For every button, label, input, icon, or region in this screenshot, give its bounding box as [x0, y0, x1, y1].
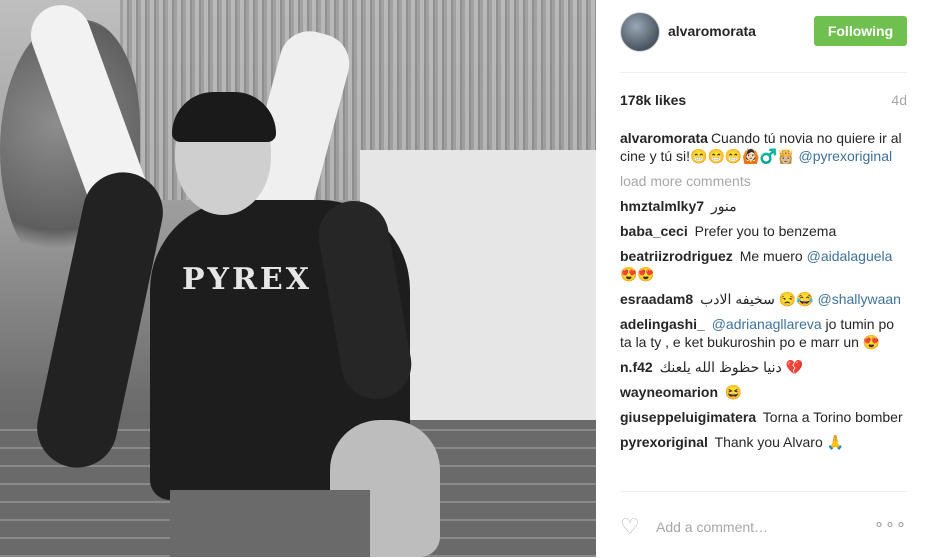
- avatar[interactable]: [620, 12, 660, 52]
- comment-mention[interactable]: @aidalaguela: [807, 248, 893, 264]
- instagram-post: PYREX alvaromorata Following 178k likes …: [0, 0, 928, 557]
- comment-username[interactable]: baba_ceci: [620, 223, 688, 239]
- more-options-icon[interactable]: ∘∘∘: [874, 514, 907, 534]
- likes-count[interactable]: 178k likes: [620, 92, 686, 108]
- comments-list: alvaromorata Cuando tú novia no quiere ir…: [620, 129, 907, 458]
- list-item: esraadam8 سخيفه الادب 😒😂 @shallywaan: [620, 290, 907, 308]
- comment-username[interactable]: hmztalmlky7: [620, 198, 704, 214]
- comment-text: منور: [710, 198, 737, 214]
- comment-username[interactable]: n.f42: [620, 359, 653, 375]
- caption-mention[interactable]: @pyrexoriginal: [799, 148, 893, 164]
- heart-icon[interactable]: ♡: [620, 516, 644, 538]
- comment-text: دنيا حظوظ الله يلعنك 💔: [659, 359, 804, 375]
- jeans: [170, 490, 370, 557]
- caption: alvaromorata Cuando tú novia no quiere ir…: [620, 129, 907, 165]
- comment-username[interactable]: beatriizrodriguez: [620, 248, 733, 264]
- comment-text: Prefer you to benzema: [694, 223, 837, 239]
- list-item: adelingashi_ @adrianagllareva jo tumin p…: [620, 315, 907, 351]
- comment-text: Thank you Alvaro 🙏: [714, 434, 845, 450]
- comment-username[interactable]: adelingashi_: [620, 316, 705, 332]
- list-item: pyrexoriginal Thank you Alvaro 🙏: [620, 433, 907, 451]
- load-more-comments[interactable]: load more comments: [620, 172, 907, 190]
- comment-mention[interactable]: @adrianagllareva: [712, 316, 822, 332]
- comment-username[interactable]: wayneomarion: [620, 384, 718, 400]
- post-time[interactable]: 4d: [891, 92, 907, 108]
- comment-username[interactable]: giuseppeluigimatera: [620, 409, 756, 425]
- add-comment-input[interactable]: [654, 518, 868, 536]
- comment-text: Torna a Torino bomber: [762, 409, 903, 425]
- list-item: n.f42 دنيا حظوظ الله يلعنك 💔: [620, 358, 907, 376]
- list-item: beatriizrodriguez Me muero @aidalaguela …: [620, 247, 907, 283]
- comment-username[interactable]: esraadam8: [620, 291, 693, 307]
- post-photo[interactable]: PYREX: [0, 0, 596, 557]
- list-item: baba_ceci Prefer you to benzema: [620, 222, 907, 240]
- comment-text: 😆: [724, 384, 743, 400]
- sweater-logo: PYREX: [182, 262, 313, 297]
- comment-text: سخيفه الادب 😒😂: [700, 291, 814, 307]
- post-username[interactable]: alvaromorata: [668, 23, 756, 39]
- comment-text-after: 😍😍: [620, 266, 655, 282]
- list-item: hmztalmlky7 منور: [620, 197, 907, 215]
- comment-mention[interactable]: @shallywaan: [817, 291, 900, 307]
- post-footer: ♡ ∘∘∘: [620, 491, 907, 558]
- comment-text: Me muero: [739, 248, 803, 264]
- post-header: alvaromorata Following: [620, 12, 907, 73]
- following-button[interactable]: Following: [814, 16, 907, 46]
- caption-username[interactable]: alvaromorata: [620, 130, 708, 146]
- list-item: wayneomarion 😆: [620, 383, 907, 401]
- list-item: giuseppeluigimatera Torna a Torino bombe…: [620, 408, 907, 426]
- comment-username[interactable]: pyrexoriginal: [620, 434, 708, 450]
- post-sidebar: alvaromorata Following 178k likes 4d alv…: [596, 0, 928, 557]
